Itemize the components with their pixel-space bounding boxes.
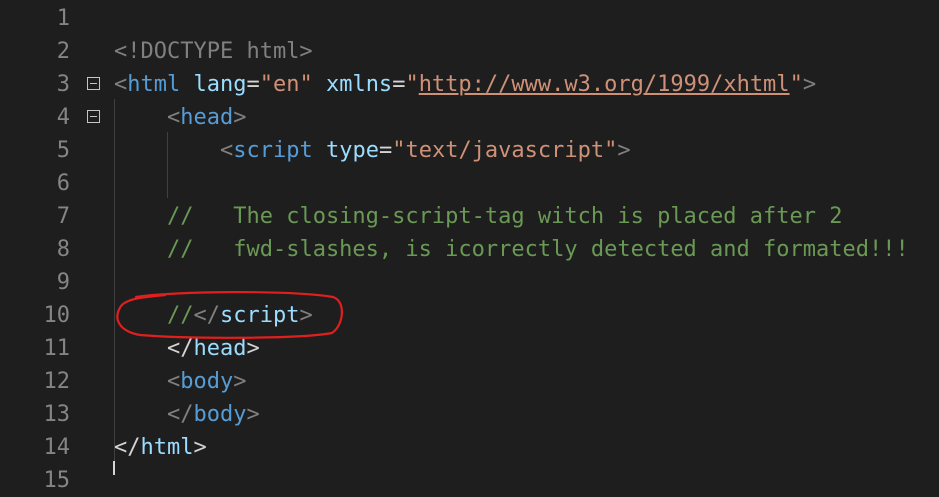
annotation-ellipse bbox=[116, 291, 343, 339]
code-editor[interactable]: 1 2 <!DOCTYPE html> 3 <html lang="en" xm… bbox=[0, 0, 939, 493]
